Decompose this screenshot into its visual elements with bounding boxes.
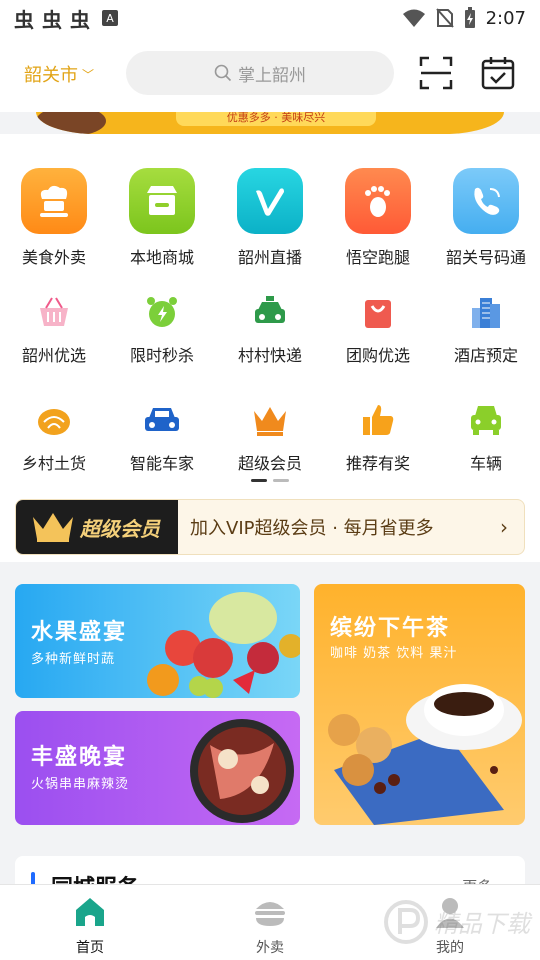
hotpot-image bbox=[190, 719, 294, 823]
menu-item-group-buy[interactable]: 团购优选 bbox=[328, 292, 428, 366]
notification-icon: 虫 bbox=[14, 7, 34, 32]
menu-item-smart-car[interactable]: 智能车家 bbox=[112, 400, 212, 474]
menu-label: 韶关号码通 bbox=[445, 248, 526, 267]
promo-dinner-card[interactable]: 丰盛晚宴 火锅串串麻辣烫 bbox=[15, 711, 300, 825]
vehicle-icon bbox=[466, 400, 506, 440]
phone-icon bbox=[453, 168, 519, 234]
watermark-logo: 精品下载 bbox=[384, 900, 533, 944]
menu-label: 车辆 bbox=[469, 454, 502, 473]
menu-label: 村村快递 bbox=[237, 346, 302, 365]
banner-text: 优惠多多 · 美味尽兴 bbox=[176, 112, 376, 126]
nav-label: 首页 bbox=[76, 940, 104, 956]
chef-hat-icon bbox=[21, 168, 87, 234]
city-label: 韶关市 bbox=[24, 65, 78, 86]
harvest-icon bbox=[34, 400, 74, 440]
menu-label: 乡村土货 bbox=[21, 454, 86, 473]
shopping-bag-icon bbox=[358, 292, 398, 332]
menu-item-vehicle[interactable]: 车辆 bbox=[436, 400, 536, 474]
battery-icon bbox=[464, 7, 475, 28]
menu-label: 韶州直播 bbox=[237, 248, 302, 267]
menu-grid: 美食外卖 本地商城 韶州直播 悟空跑腿 韶关号码通 韶州优选 限时秒杀 村村快递… bbox=[0, 134, 540, 562]
promo-afternoon-tea-card[interactable]: 缤纷下午茶 咖啡 奶茶 饮料 果汁 bbox=[314, 584, 525, 825]
promo-subtitle: 多种新鲜时蔬 bbox=[31, 652, 116, 667]
store-icon bbox=[129, 168, 195, 234]
menu-label: 智能车家 bbox=[129, 454, 194, 473]
clock: 2:07 bbox=[485, 7, 526, 29]
search-placeholder: 掌上韶州 bbox=[238, 65, 306, 86]
promo-fruit-card[interactable]: 水果盛宴 多种新鲜时蔬 bbox=[15, 584, 300, 698]
app-header: 韶关市 ﹀ 掌上韶州 bbox=[0, 36, 540, 112]
notification-icon: 虫 bbox=[70, 7, 90, 32]
hotel-building-icon bbox=[466, 292, 506, 332]
notification-icon: 虫 bbox=[42, 7, 62, 32]
a-badge-icon: A bbox=[102, 10, 118, 26]
thumbs-up-icon bbox=[358, 400, 398, 440]
vip-badge: 超级会员 bbox=[16, 500, 178, 554]
home-icon bbox=[76, 898, 104, 926]
menu-label: 团购优选 bbox=[345, 346, 410, 365]
menu-item-super-vip[interactable]: 超级会员 bbox=[220, 400, 320, 474]
banner-food-image bbox=[36, 112, 106, 134]
crown-icon bbox=[33, 513, 73, 542]
page-dot bbox=[273, 479, 289, 482]
alarm-clock-icon bbox=[142, 292, 182, 332]
car-icon bbox=[142, 400, 182, 440]
menu-item-local-goods[interactable]: 乡村土货 bbox=[4, 400, 104, 474]
menu-item-express[interactable]: 村村快递 bbox=[220, 292, 320, 366]
wifi-icon bbox=[402, 9, 425, 27]
vip-text: 加入VIP超级会员 · 每月省更多 bbox=[190, 518, 434, 539]
promo-subtitle: 咖啡 奶茶 饮料 果汁 bbox=[330, 646, 458, 661]
menu-item-food-delivery[interactable]: 美食外卖 bbox=[4, 168, 104, 268]
menu-item-live[interactable]: 韶州直播 bbox=[220, 168, 320, 268]
page-indicator bbox=[251, 479, 289, 482]
search-icon bbox=[214, 64, 232, 82]
menu-item-errand[interactable]: 悟空跑腿 bbox=[328, 168, 428, 268]
menu-item-referral[interactable]: 推荐有奖 bbox=[328, 400, 428, 474]
menu-label: 美食外卖 bbox=[21, 248, 86, 267]
menu-label: 推荐有奖 bbox=[345, 454, 410, 473]
watermark-text: 精品下载 bbox=[434, 910, 533, 938]
menu-label: 悟空跑腿 bbox=[345, 248, 410, 267]
footprint-icon bbox=[345, 168, 411, 234]
chevron-right-icon: › bbox=[500, 515, 508, 539]
menu-label: 超级会员 bbox=[237, 454, 302, 473]
city-selector[interactable]: 韶关市 ﹀ bbox=[24, 61, 94, 87]
menu-item-flash-sale[interactable]: 限时秒杀 bbox=[112, 292, 212, 366]
watermark: 精品下载 bbox=[384, 894, 534, 954]
search-bar[interactable]: 掌上韶州 bbox=[126, 51, 394, 95]
vip-promo-bar[interactable]: 超级会员 加入VIP超级会员 · 每月省更多 › bbox=[15, 499, 525, 555]
vip-badge-label: 超级会员 bbox=[80, 516, 160, 541]
menu-label: 本地商城 bbox=[129, 248, 194, 267]
burger-icon bbox=[255, 902, 285, 926]
menu-label: 限时秒杀 bbox=[129, 346, 194, 365]
crown-icon bbox=[250, 400, 290, 440]
no-sim-icon bbox=[435, 8, 454, 28]
nav-takeout[interactable]: 外卖 bbox=[220, 895, 320, 957]
promo-subtitle: 火锅串串麻辣烫 bbox=[31, 777, 130, 792]
top-banner[interactable]: 优惠多多 · 美味尽兴 bbox=[36, 112, 504, 134]
basket-icon bbox=[34, 292, 74, 332]
fruit-platter-image bbox=[147, 592, 300, 698]
menu-item-phone[interactable]: 韶关号码通 bbox=[436, 168, 536, 268]
chevron-down-icon: ﹀ bbox=[82, 67, 95, 82]
scan-icon[interactable] bbox=[419, 56, 453, 90]
calendar-icon[interactable] bbox=[481, 56, 515, 90]
menu-item-hotel[interactable]: 酒店预定 bbox=[436, 292, 536, 366]
coffee-dessert-image bbox=[328, 684, 522, 825]
taxi-icon bbox=[250, 292, 290, 332]
menu-label: 韶州优选 bbox=[21, 346, 86, 365]
page-dot-active bbox=[251, 479, 267, 482]
promo-title: 丰盛晚宴 bbox=[31, 745, 128, 770]
nav-home[interactable]: 首页 bbox=[40, 895, 140, 957]
menu-item-select[interactable]: 韶州优选 bbox=[4, 292, 104, 366]
nav-label: 外卖 bbox=[256, 940, 284, 956]
menu-label: 酒店预定 bbox=[453, 346, 518, 365]
menu-item-local-mall[interactable]: 本地商城 bbox=[112, 168, 212, 268]
status-bar: 虫 虫 虫 A 2:07 bbox=[0, 0, 540, 36]
promo-title: 缤纷下午茶 bbox=[330, 616, 451, 641]
live-v-icon bbox=[237, 168, 303, 234]
promo-title: 水果盛宴 bbox=[31, 620, 128, 645]
